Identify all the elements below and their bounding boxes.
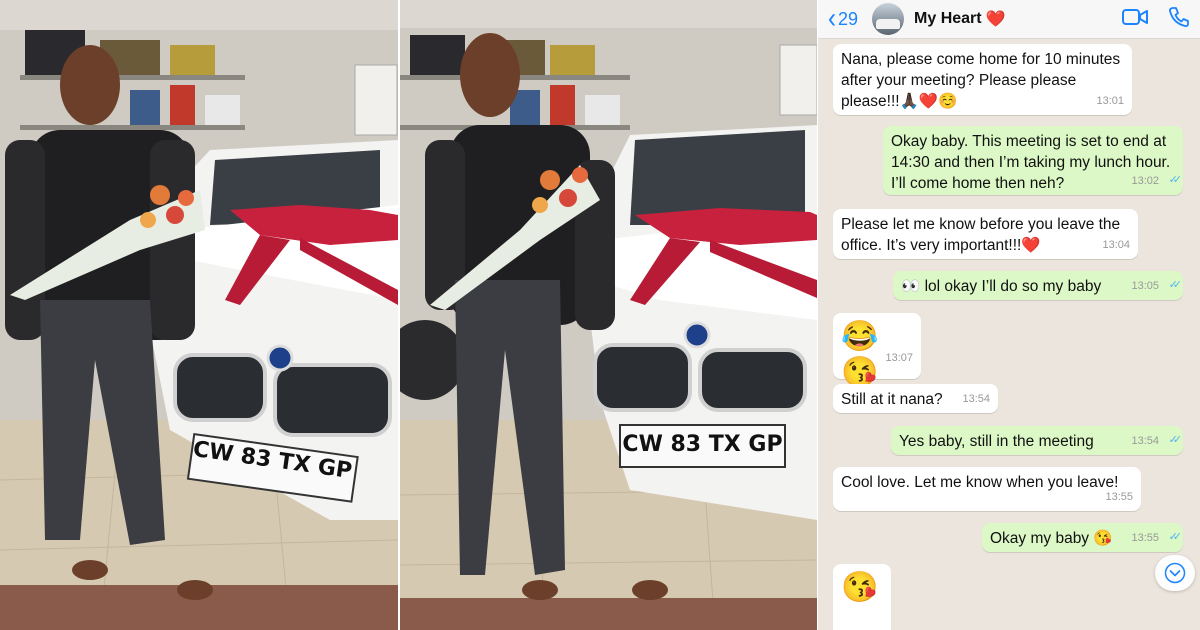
- message-time: 13:54: [962, 393, 990, 405]
- read-ticks-icon: ✓✓: [1168, 531, 1183, 543]
- back-button[interactable]: ‹ 29: [828, 2, 859, 35]
- avatar[interactable]: [872, 3, 905, 35]
- message-text: 😂😘: [841, 320, 879, 389]
- message-incoming[interactable]: Nana, please come home for 10 minutes af…: [833, 44, 1132, 115]
- message-text: Please let me know before you leave the …: [841, 216, 1121, 254]
- message-outgoing[interactable]: 👀 lol okay I’ll do so my baby 13:05 ✓✓: [893, 271, 1183, 300]
- contact-emoji: ❤️: [985, 11, 1006, 28]
- message-text: 😘: [841, 571, 879, 604]
- photo-woman-covering-face: CW 83 TX GP: [0, 0, 398, 630]
- video-call-button[interactable]: [1122, 8, 1148, 31]
- scroll-to-bottom-button[interactable]: [1155, 555, 1195, 591]
- message-text: Still at it nana?: [841, 391, 943, 408]
- message-text: Yes baby, still in the meeting: [899, 433, 1094, 450]
- chevron-left-icon: ‹: [828, 2, 836, 35]
- phone-icon: [1169, 6, 1189, 27]
- photo-woman-smiling: CW 83 TX GP: [400, 0, 817, 630]
- message-incoming-emoji[interactable]: 😂😘 13:07: [833, 313, 921, 389]
- message-text: Cool love. Let me know when you leave!: [841, 474, 1119, 491]
- photo-2-scene: [400, 0, 817, 630]
- message-text: 👀 lol okay I’ll do so my baby: [901, 278, 1102, 295]
- read-ticks-icon: ✓✓: [1168, 434, 1183, 446]
- license-plate-text: CW 83 TX GP: [622, 432, 783, 457]
- message-incoming[interactable]: Please let me know before you leave the …: [833, 209, 1138, 259]
- message-time: 13:55: [1105, 491, 1133, 503]
- message-outgoing[interactable]: Okay baby. This meeting is set to end at…: [883, 126, 1183, 195]
- message-outgoing[interactable]: Yes baby, still in the meeting 13:54 ✓✓: [891, 426, 1183, 455]
- message-text: Nana, please come home for 10 minutes af…: [841, 51, 1121, 110]
- message-outgoing[interactable]: Okay my baby 😘 13:55 ✓✓: [982, 523, 1183, 552]
- message-text: Okay baby. This meeting is set to end at…: [891, 133, 1171, 192]
- voice-call-button[interactable]: [1168, 6, 1190, 33]
- read-ticks-icon: ✓✓: [1168, 174, 1183, 186]
- photo-1-scene: [0, 0, 398, 630]
- chat-header: ‹ 29 My Heart ❤️: [818, 0, 1200, 39]
- chat-screen: ‹ 29 My Heart ❤️ Nana, please come home …: [818, 0, 1200, 630]
- message-text: Okay my baby 😘: [990, 530, 1113, 547]
- chevron-down-icon: [1164, 562, 1186, 584]
- message-time: 13:05: [1131, 280, 1159, 292]
- message-time: 13:07: [885, 352, 913, 364]
- message-incoming[interactable]: Still at it nana? 13:54: [833, 384, 998, 413]
- message-time: 13:54: [1131, 435, 1159, 447]
- message-time: 13:02: [1131, 175, 1159, 187]
- message-time: 13:04: [1102, 239, 1130, 251]
- contact-name[interactable]: My Heart: [914, 10, 982, 28]
- unread-count: 29: [838, 8, 859, 29]
- message-time: 13:55: [1131, 532, 1159, 544]
- video-camera-icon: [1122, 8, 1148, 25]
- message-time: 13:01: [1096, 95, 1124, 107]
- message-incoming-emoji[interactable]: 😘: [833, 564, 891, 630]
- read-ticks-icon: ✓✓: [1168, 279, 1183, 291]
- message-incoming[interactable]: Cool love. Let me know when you leave! 1…: [833, 467, 1141, 511]
